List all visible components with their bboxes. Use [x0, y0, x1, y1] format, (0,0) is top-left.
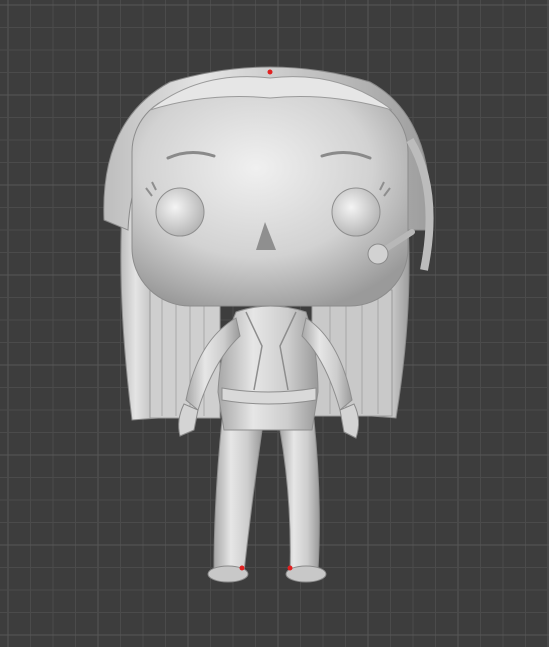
head [131, 69, 409, 307]
3d-viewport[interactable] [0, 0, 549, 647]
figure-model[interactable] [0, 0, 549, 647]
body [178, 305, 360, 583]
